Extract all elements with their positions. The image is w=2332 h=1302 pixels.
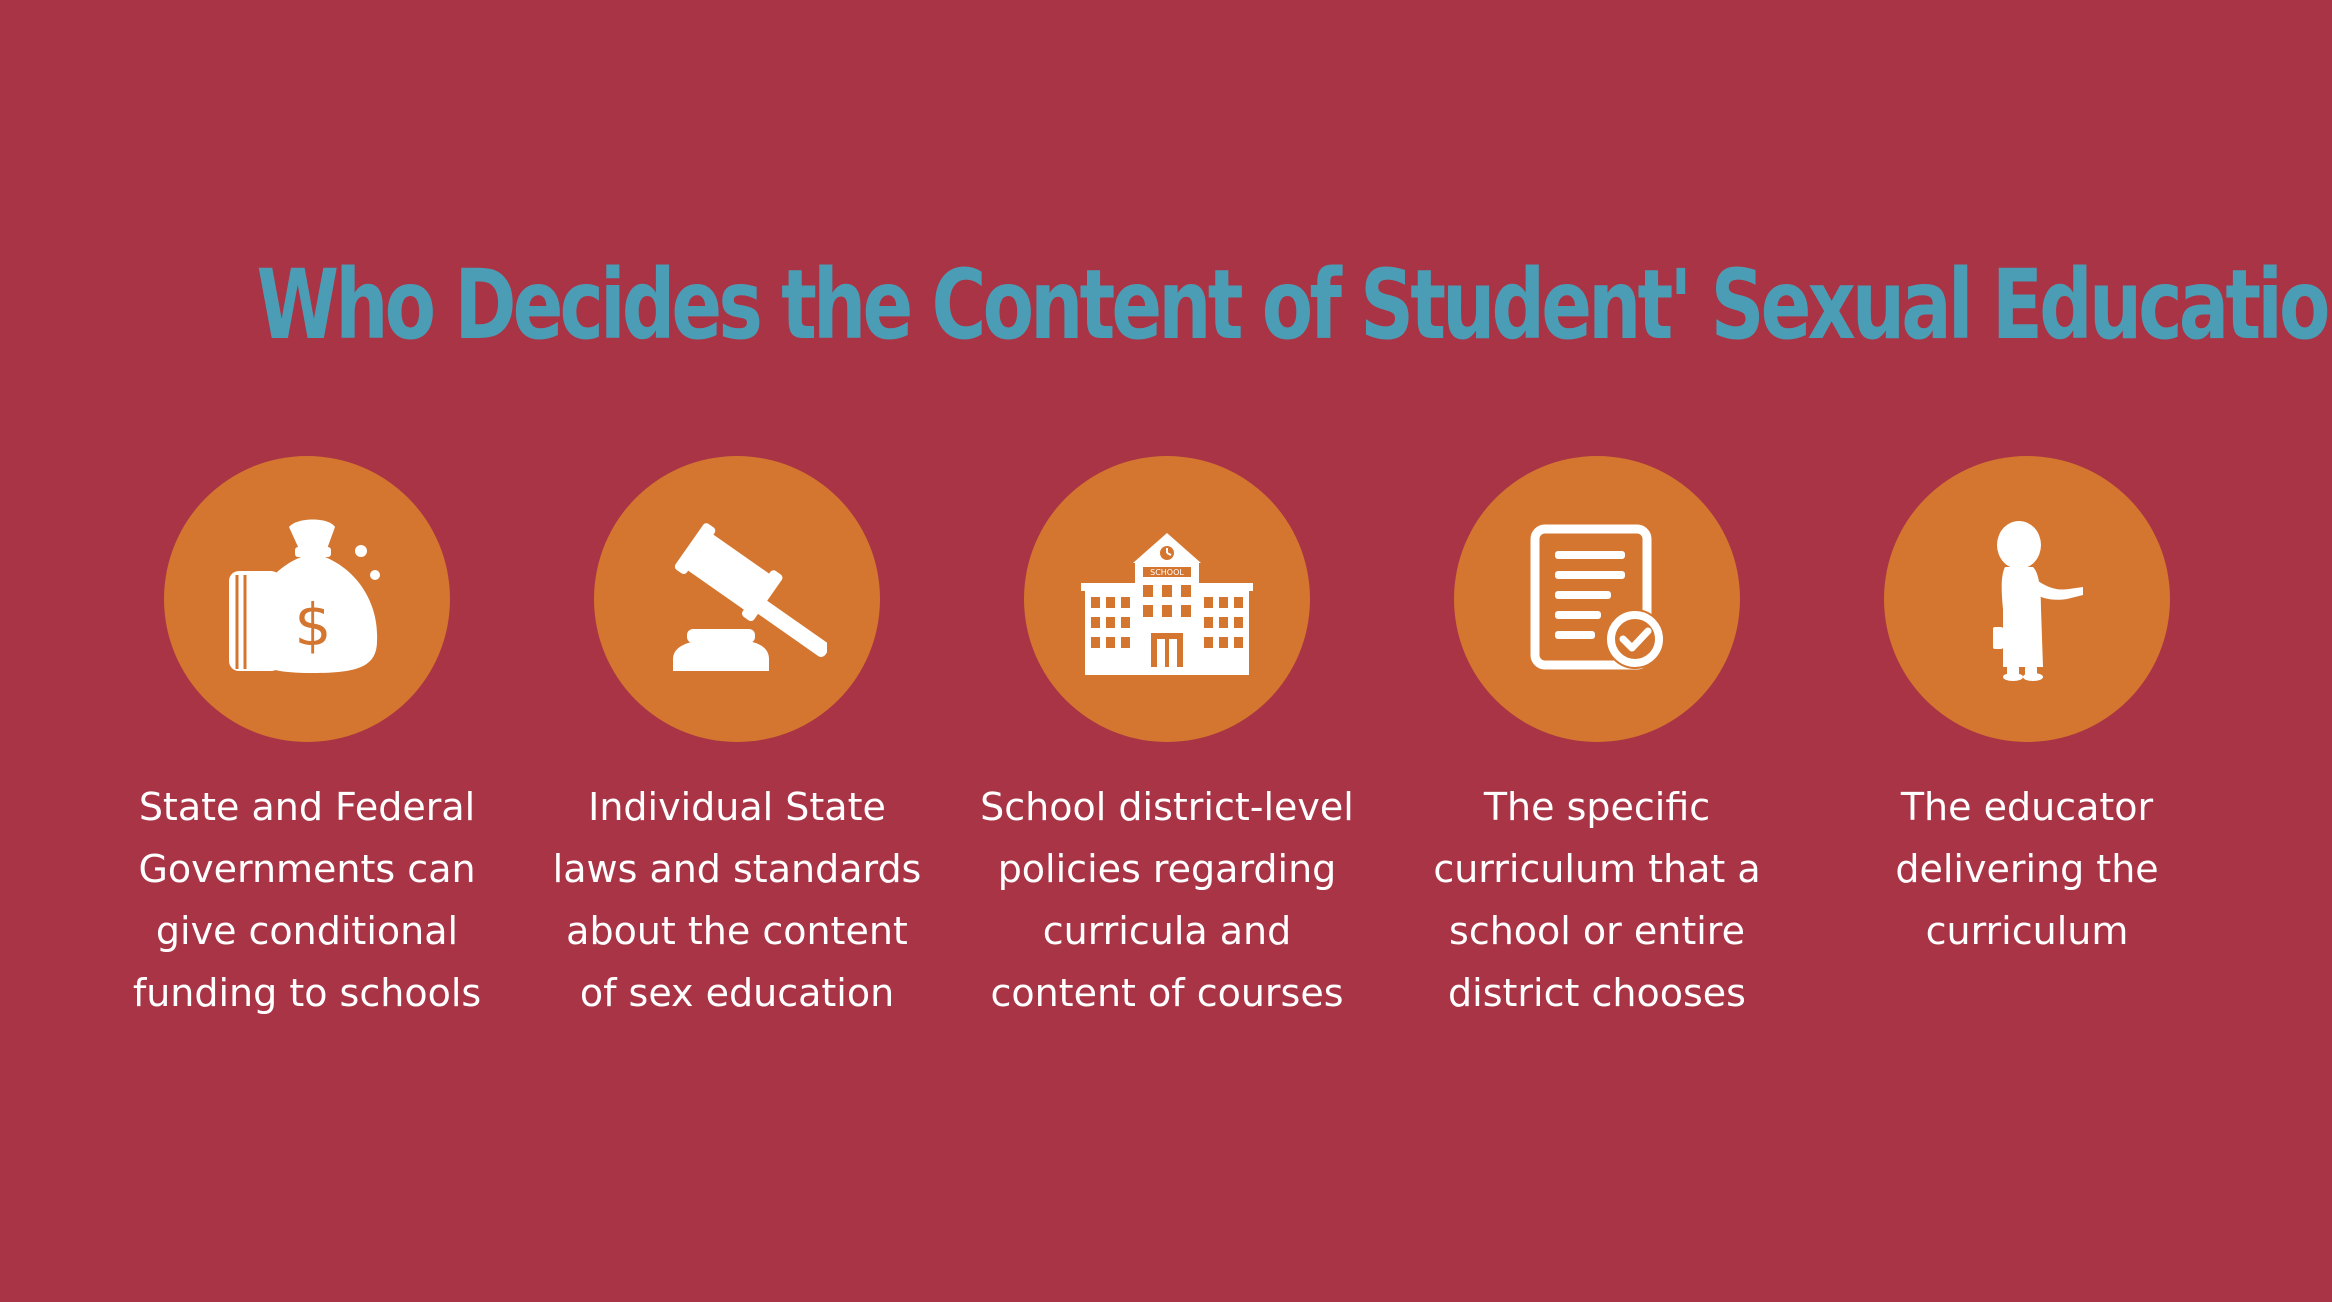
school-building-icon: SCHOOL	[1081, 533, 1253, 675]
teacher-icon	[1993, 521, 2083, 681]
caption: Individual State laws and standards abou…	[552, 785, 922, 1015]
gavel-icon	[673, 523, 827, 671]
icon-circle: SCHOOL	[1024, 456, 1310, 742]
infographic: Who Decides the Content of Student' Sexu…	[0, 0, 2332, 1302]
document-check-icon	[1530, 524, 1665, 670]
svg-text:$: $	[295, 591, 332, 659]
money-bag-icon: $	[229, 519, 380, 673]
caption: The specific curriculum that a school or…	[1433, 785, 1761, 1015]
icon-circle	[594, 456, 880, 742]
page-title: Who Decides the Content of Student' Sexu…	[256, 249, 2332, 361]
icon-circle	[1454, 456, 1740, 742]
caption: State and Federal Governments can give c…	[132, 785, 482, 1015]
caption: School district-level policies regarding…	[980, 785, 1354, 1015]
icon-circle: $	[164, 456, 450, 742]
caption: The educator delivering the curriculum	[1895, 785, 2159, 953]
school-sign-text: SCHOOL	[1150, 568, 1184, 577]
icon-circle	[1884, 456, 2170, 742]
